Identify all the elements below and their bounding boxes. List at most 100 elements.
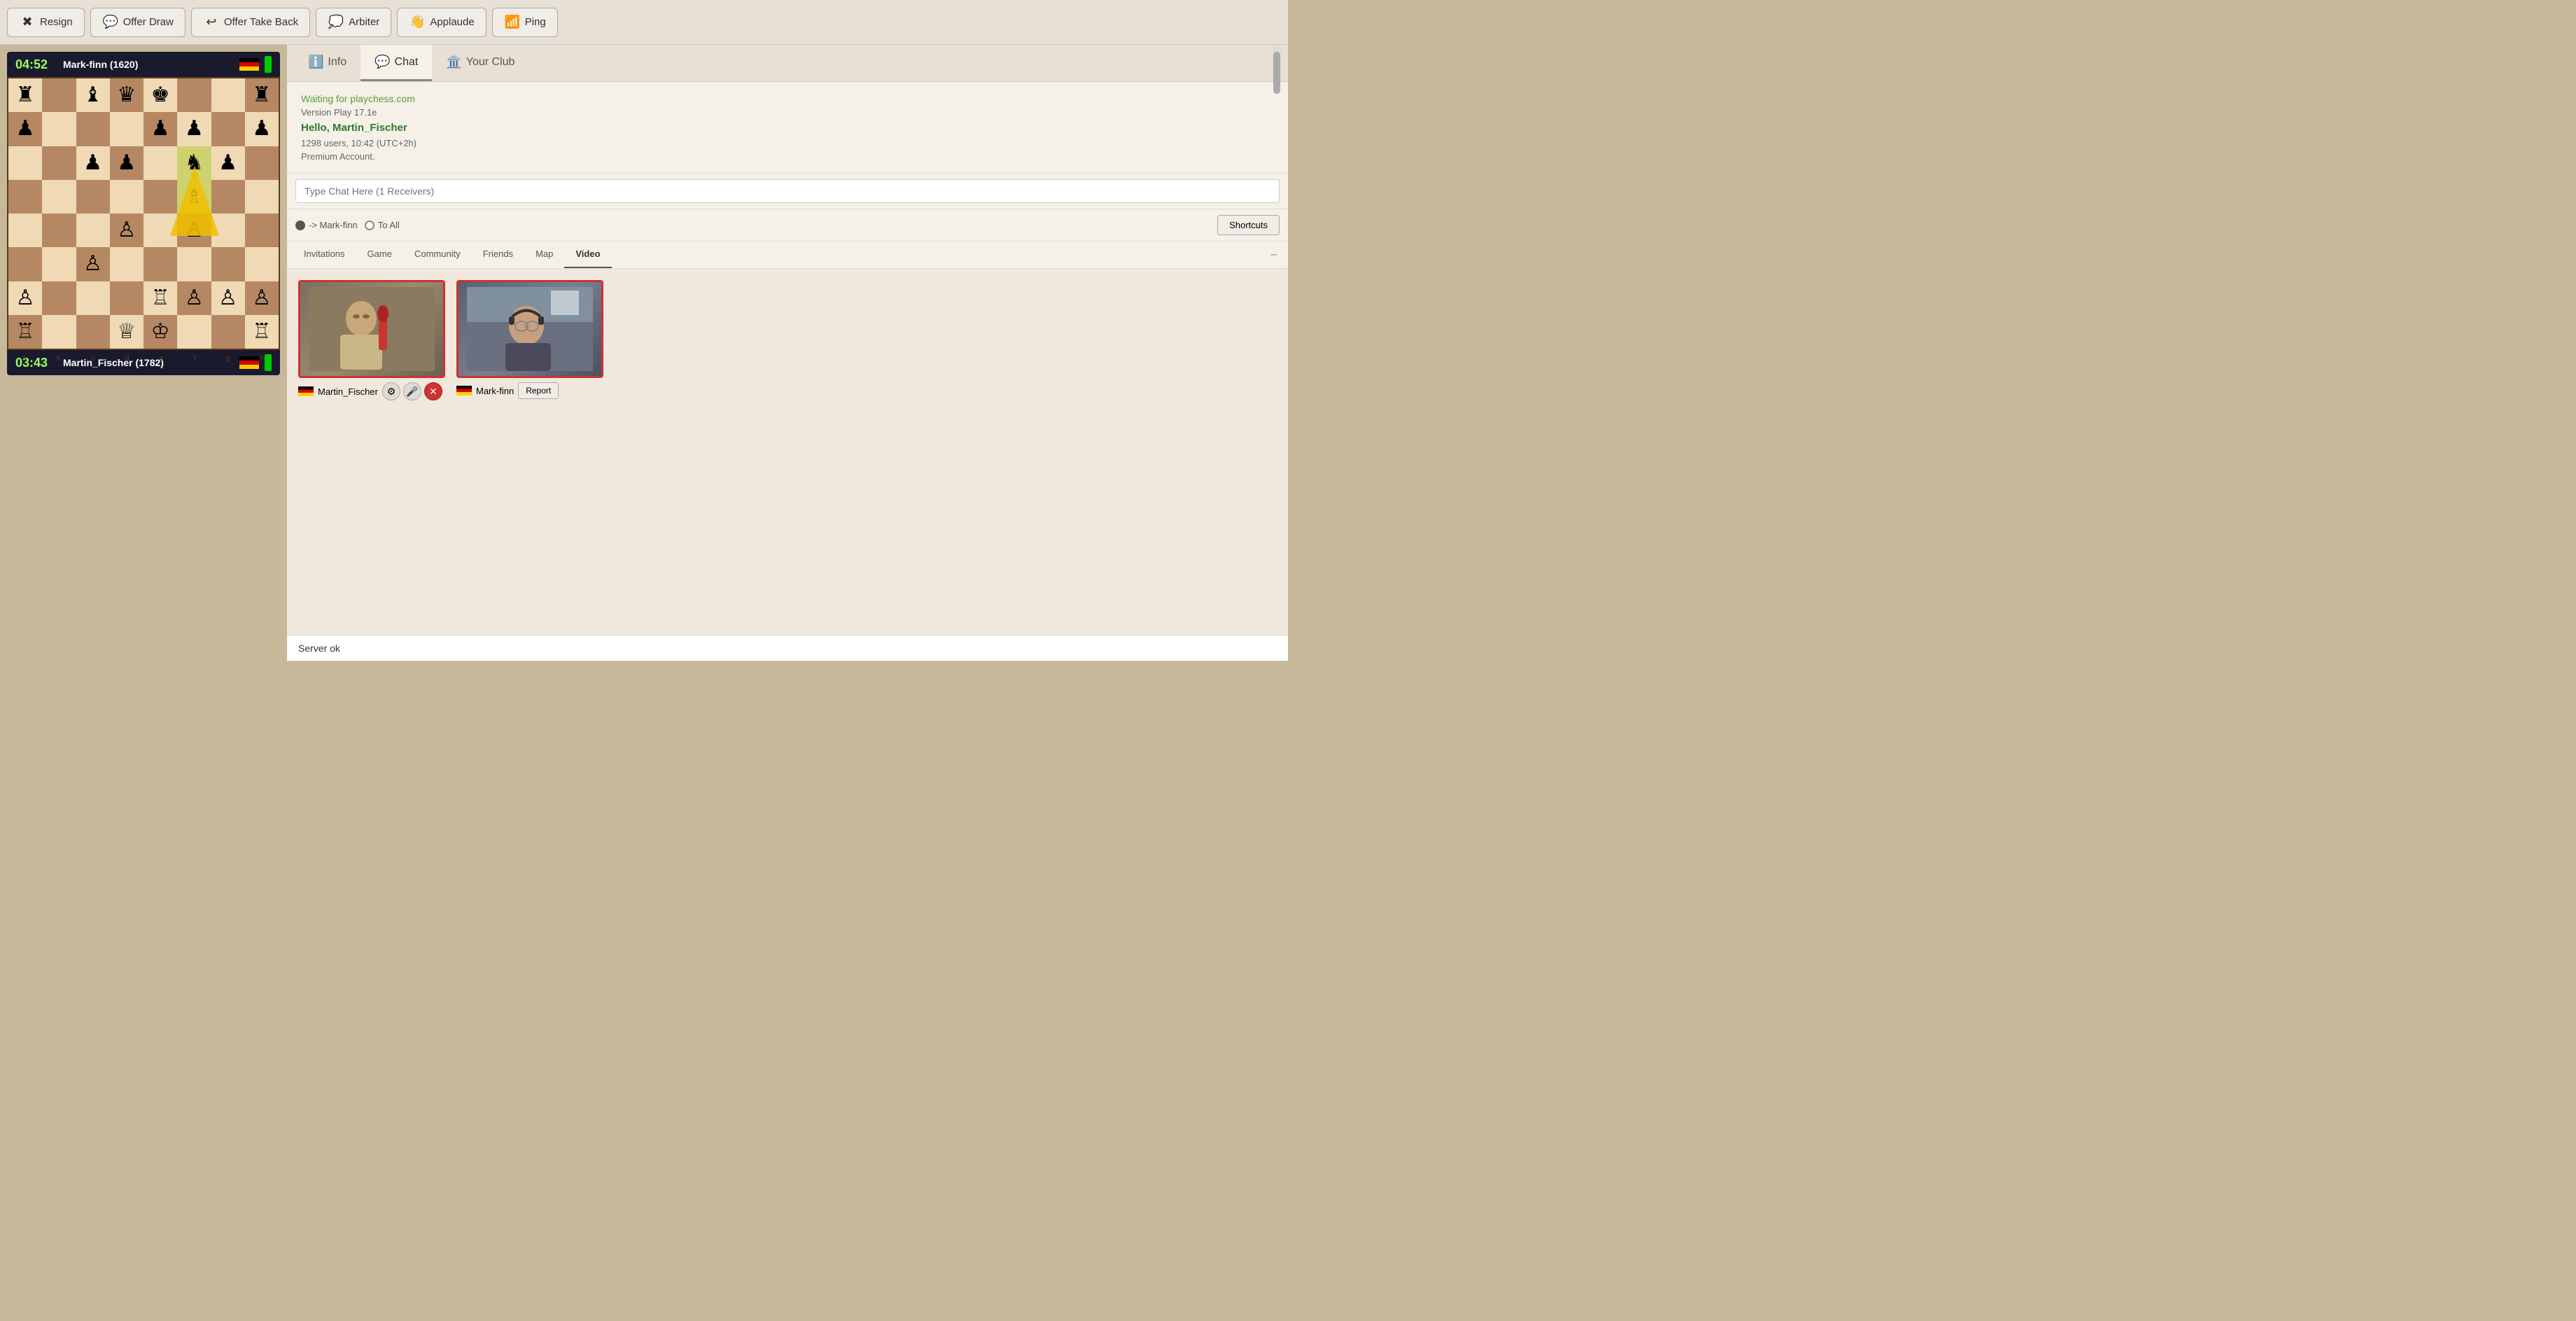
board-cell[interactable] xyxy=(110,180,144,214)
board-cell[interactable]: ♙ xyxy=(8,281,42,315)
tab-chat[interactable]: 💬 Chat xyxy=(360,45,432,81)
board-cell[interactable]: ♟ xyxy=(144,112,177,146)
chess-piece: ♖ xyxy=(151,288,170,309)
board-cell[interactable] xyxy=(211,315,245,349)
radio-mark-finn[interactable]: -> Mark-finn xyxy=(295,220,358,230)
board-cell[interactable] xyxy=(245,180,279,214)
board-cell[interactable]: ♙ xyxy=(177,214,211,247)
board-cell[interactable] xyxy=(144,214,177,247)
chat-input[interactable] xyxy=(295,179,1280,203)
sub-tab-map[interactable]: Map xyxy=(524,242,564,268)
board-cell[interactable] xyxy=(8,214,42,247)
video-placeholder-player2 xyxy=(458,282,601,376)
sub-tabs-more[interactable]: – xyxy=(1265,242,1282,268)
board-cell[interactable]: ♙ xyxy=(76,247,110,281)
sub-tab-friends[interactable]: Friends xyxy=(472,242,524,268)
board-cell[interactable] xyxy=(8,180,42,214)
board-cell[interactable] xyxy=(110,112,144,146)
board-cell[interactable]: ♙ xyxy=(177,281,211,315)
board-cell[interactable]: ♖ xyxy=(8,315,42,349)
arbiter-icon: 💭 xyxy=(328,14,344,31)
player1-settings-btn[interactable]: ⚙ xyxy=(382,382,400,400)
board-cell[interactable] xyxy=(42,214,76,247)
board-cell[interactable] xyxy=(110,247,144,281)
users-text: 1298 users, 10:42 (UTC+2h) xyxy=(301,138,1274,148)
offer-draw-button[interactable]: 💬 Offer Draw xyxy=(90,8,186,37)
board-cell[interactable]: ♜ xyxy=(8,78,42,112)
board-cell[interactable] xyxy=(42,281,76,315)
chess-piece: ♟ xyxy=(117,153,136,174)
right-scrollbar[interactable] xyxy=(1273,45,1281,81)
player1-close-btn[interactable]: ✕ xyxy=(424,382,442,400)
radio-to-all[interactable]: To All xyxy=(365,220,400,230)
sub-tab-invitations[interactable]: Invitations xyxy=(293,242,356,268)
board-cell[interactable] xyxy=(211,180,245,214)
sub-tab-game[interactable]: Game xyxy=(356,242,403,268)
board-cell[interactable] xyxy=(177,247,211,281)
board-cell[interactable] xyxy=(177,315,211,349)
board-cell[interactable] xyxy=(211,214,245,247)
board-cell[interactable]: ♟ xyxy=(8,112,42,146)
board-cell[interactable] xyxy=(76,112,110,146)
board-cell[interactable]: ♙ xyxy=(110,214,144,247)
board-cell[interactable] xyxy=(245,214,279,247)
board-cell[interactable]: ♕ xyxy=(110,315,144,349)
board-cell[interactable]: ♟ xyxy=(177,112,211,146)
board-cell[interactable]: ♞ xyxy=(177,146,211,180)
board-cell[interactable] xyxy=(76,214,110,247)
board-cell[interactable] xyxy=(76,315,110,349)
board-cell[interactable] xyxy=(110,281,144,315)
board-cell[interactable] xyxy=(144,146,177,180)
board-cell[interactable] xyxy=(144,180,177,214)
board-cell[interactable]: ♜ xyxy=(245,78,279,112)
board-cell[interactable] xyxy=(245,146,279,180)
board-cell[interactable] xyxy=(76,180,110,214)
board-cell[interactable]: ♖ xyxy=(144,281,177,315)
board-cell[interactable] xyxy=(8,146,42,180)
board-cell[interactable] xyxy=(42,112,76,146)
ping-button[interactable]: 📶 Ping xyxy=(492,8,558,37)
board-cell[interactable]: ♛ xyxy=(110,78,144,112)
board-cell[interactable] xyxy=(42,180,76,214)
chess-board[interactable]: ♜♝♛♚♜♟♟♟♟♟♟♞♟♗♙♙♙♙♖♙♙♙♖♕♔♖ xyxy=(7,77,280,350)
board-cell[interactable]: ♗ xyxy=(177,180,211,214)
board-cell[interactable]: ♟ xyxy=(76,146,110,180)
board-cell[interactable]: ♖ xyxy=(245,315,279,349)
board-cell[interactable]: ♙ xyxy=(211,281,245,315)
board-cell[interactable] xyxy=(245,247,279,281)
report-button[interactable]: Report xyxy=(518,382,559,399)
offer-takeback-button[interactable]: ↩ Offer Take Back xyxy=(191,8,310,37)
board-cell[interactable] xyxy=(42,247,76,281)
board-cell[interactable] xyxy=(211,78,245,112)
tab-info[interactable]: ℹ️ Info xyxy=(294,45,360,81)
board-cell[interactable] xyxy=(42,315,76,349)
board-cell[interactable]: ♔ xyxy=(144,315,177,349)
tab-your-club[interactable]: 🏛️ Your Club xyxy=(432,45,528,81)
player1-video-svg xyxy=(309,287,435,371)
board-cell[interactable] xyxy=(211,112,245,146)
radio-to-all-label: To All xyxy=(378,220,400,230)
board-cell[interactable]: ♟ xyxy=(110,146,144,180)
arbiter-button[interactable]: 💭 Arbiter xyxy=(316,8,391,37)
board-cell[interactable]: ♙ xyxy=(245,281,279,315)
board-cell[interactable] xyxy=(42,146,76,180)
board-cell[interactable]: ♟ xyxy=(211,146,245,180)
board-cell[interactable]: ♟ xyxy=(245,112,279,146)
chess-piece: ♟ xyxy=(218,153,237,174)
applaude-button[interactable]: 👋 Applaude xyxy=(397,8,486,37)
board-cell[interactable]: ♚ xyxy=(144,78,177,112)
board-cell[interactable] xyxy=(76,281,110,315)
board-cell[interactable] xyxy=(211,247,245,281)
board-cell[interactable] xyxy=(8,247,42,281)
resign-button[interactable]: ✖ Resign xyxy=(7,8,85,37)
shortcuts-button[interactable]: Shortcuts xyxy=(1217,215,1280,235)
sub-tab-community[interactable]: Community xyxy=(403,242,472,268)
chess-piece: ♜ xyxy=(16,85,35,106)
board-cell[interactable] xyxy=(177,78,211,112)
sub-tab-video[interactable]: Video xyxy=(564,242,611,268)
player1-mic-btn[interactable]: 🎤 xyxy=(403,382,421,400)
board-cell[interactable] xyxy=(144,247,177,281)
board-cell[interactable]: ♝ xyxy=(76,78,110,112)
board-cell[interactable] xyxy=(42,78,76,112)
version-text: Version Play 17.1e xyxy=(301,107,1274,118)
